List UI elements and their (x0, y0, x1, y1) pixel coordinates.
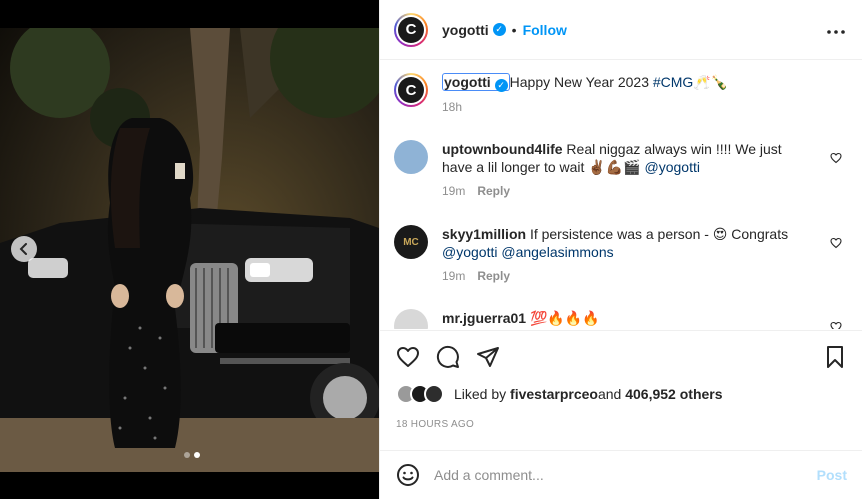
more-horizontal-icon (827, 30, 845, 34)
comment-item: MC skyy1million If persistence was a per… (394, 225, 854, 285)
comment-item: uptownbound4life Real niggaz always win … (394, 140, 854, 200)
caption-text: Happy New Year 2023 (509, 74, 653, 90)
comment-text: 💯🔥🔥🔥 (529, 310, 600, 326)
comment-mention[interactable]: @yogotti (645, 159, 700, 175)
post-button[interactable]: Post (817, 467, 847, 483)
comment-like-icon[interactable] (830, 237, 842, 249)
follow-button[interactable]: Follow (523, 22, 567, 38)
send-icon[interactable] (476, 345, 500, 369)
comment-time: 19m (442, 184, 466, 198)
comment-username[interactable]: skyy1million (442, 226, 526, 242)
caption-item: C yogotti ✓ Happy New Year 2023 #CMG🥂🍾 18h (394, 73, 854, 116)
commenter-avatar[interactable]: MC (394, 225, 428, 259)
likes-middle: and (597, 386, 622, 402)
likes-summary: Liked by fivestarprceo and 406,952 other… (396, 384, 723, 404)
caption-hashtag[interactable]: #CMG (653, 74, 693, 90)
carousel-indicator (184, 452, 200, 458)
bookmark-icon[interactable] (823, 345, 847, 369)
author-avatar[interactable]: C (394, 12, 428, 47)
post-timestamp[interactable]: 18 HOURS AGO (396, 419, 474, 430)
liker-avatars[interactable] (396, 384, 444, 404)
likes-count[interactable]: 406,952 others (625, 386, 722, 402)
reply-button[interactable]: Reply (477, 184, 510, 198)
comment-input[interactable] (434, 467, 817, 483)
action-bar (380, 330, 862, 383)
comment-text: If persistence was a person - 😍 Congrats (529, 226, 789, 242)
caption-time: 18h (442, 100, 463, 114)
caption-avatar[interactable]: C (394, 73, 428, 107)
reply-button[interactable]: Reply (477, 269, 510, 283)
comment-username[interactable]: mr.jguerra01 (442, 310, 526, 326)
post-media[interactable] (0, 0, 379, 499)
comment-mention[interactable]: @yogotti (442, 244, 497, 260)
carousel-dot-active (194, 452, 200, 458)
liker-username[interactable]: fivestarprceo (510, 386, 598, 402)
comment-like-icon[interactable] (830, 152, 842, 164)
verified-icon: ✓ (492, 23, 506, 36)
commenter-avatar[interactable] (394, 140, 428, 174)
carousel-prev-button[interactable] (11, 236, 37, 262)
smiley-icon[interactable] (396, 463, 420, 487)
liker-avatar (424, 384, 444, 404)
comment-username[interactable]: uptownbound4life (442, 141, 563, 157)
comments-list[interactable]: C yogotti ✓ Happy New Year 2023 #CMG🥂🍾 18h… (380, 61, 862, 329)
verified-icon: ✓ (494, 79, 508, 92)
more-options-button[interactable] (826, 19, 846, 40)
add-comment-bar: Post (380, 450, 862, 499)
comment-item: mr.jguerra01 💯🔥🔥🔥 (394, 309, 854, 329)
caption-emoji: 🥂🍾 (693, 74, 729, 90)
post-photo (0, 28, 379, 472)
post-header: C yogotti ✓ • Follow (380, 0, 862, 60)
comment-icon[interactable] (436, 345, 460, 369)
comment-mention[interactable]: @angelasimmons (501, 244, 613, 260)
carousel-dot (184, 452, 190, 458)
post-panel: C yogotti ✓ • Follow C yogotti ✓ Happy New… (379, 0, 862, 499)
separator-bullet: • (511, 21, 517, 38)
heart-icon[interactable] (396, 345, 420, 369)
commenter-avatar[interactable] (394, 309, 428, 329)
comment-like-icon[interactable] (830, 321, 842, 329)
comment-time: 19m (442, 269, 466, 283)
chevron-left-icon (19, 243, 27, 255)
caption-username[interactable]: yogotti ✓ (442, 73, 510, 92)
author-username[interactable]: yogotti (442, 22, 489, 38)
likes-prefix: Liked by (454, 386, 507, 402)
